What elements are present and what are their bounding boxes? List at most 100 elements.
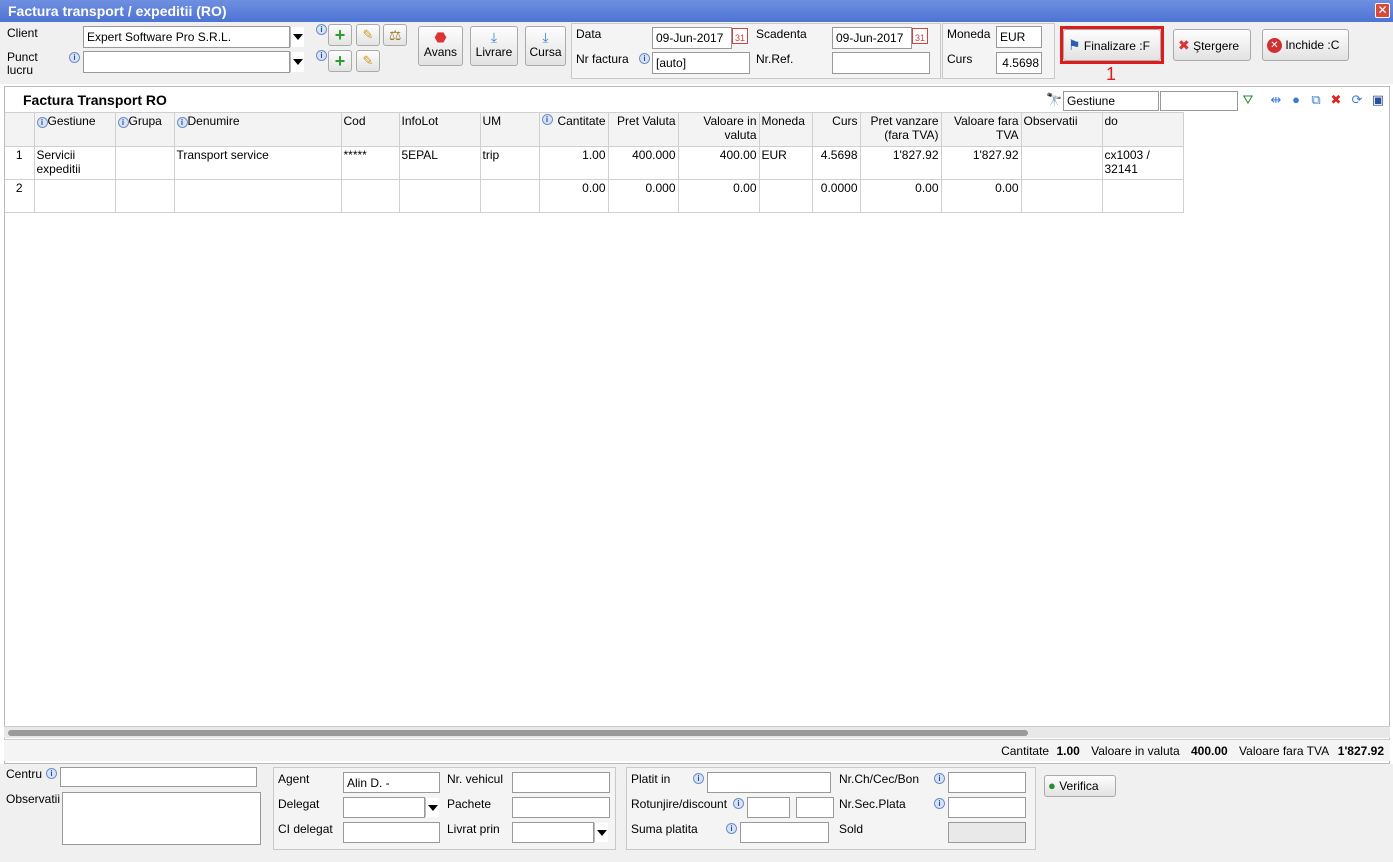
- cell-gestiune[interactable]: Servicii expeditii: [34, 146, 116, 180]
- rotunjire-input[interactable]: [747, 797, 790, 818]
- column-header-moneda[interactable]: Moneda: [759, 112, 813, 147]
- cell-do[interactable]: [1102, 179, 1184, 213]
- cell-um[interactable]: trip: [480, 146, 540, 180]
- cell-grupa[interactable]: [115, 179, 175, 213]
- cell-pret-vanzare[interactable]: 1'827.92: [860, 146, 942, 180]
- column-header-denumire[interactable]: i Denumire: [174, 112, 342, 147]
- info-icon[interactable]: i: [316, 50, 327, 61]
- cell-moneda[interactable]: EUR: [759, 146, 813, 180]
- cell-pret-valuta[interactable]: 0.000: [608, 179, 679, 213]
- calendar-icon[interactable]: 31: [912, 28, 928, 44]
- table-row[interactable]: 2 0.00 0.000 0.00 0.0000 0.00 0.00: [5, 179, 1184, 213]
- pachete-input[interactable]: [512, 797, 610, 818]
- cursa-button[interactable]: ⤓ Cursa: [525, 26, 566, 66]
- info-icon[interactable]: i: [46, 768, 57, 779]
- cell-infolot[interactable]: [399, 179, 481, 213]
- cell-denumire[interactable]: Transport service: [174, 146, 342, 180]
- cell-infolot[interactable]: 5EPAL: [399, 146, 481, 180]
- column-header-pret-valuta[interactable]: Pret Valuta: [608, 112, 679, 147]
- agent-select[interactable]: Alin D. -: [343, 772, 440, 793]
- discount-input[interactable]: [796, 797, 834, 818]
- info-icon[interactable]: i: [639, 53, 650, 64]
- centru-select[interactable]: [60, 767, 257, 787]
- cell-denumire[interactable]: [174, 179, 342, 213]
- filter-icon[interactable]: ⛛: [1239, 92, 1257, 108]
- info-icon[interactable]: i: [934, 773, 945, 784]
- client-input[interactable]: Expert Software Pro S.R.L.: [83, 26, 290, 48]
- nr-ch-input[interactable]: [948, 772, 1026, 793]
- refresh-icon[interactable]: ⟳: [1348, 92, 1366, 108]
- edit-client-button[interactable]: ✎: [356, 24, 380, 46]
- save-icon[interactable]: ▣: [1369, 92, 1387, 108]
- column-header-pret-vanzare[interactable]: Pret vanzare (fara TVA): [860, 112, 942, 147]
- column-header-valoare-valuta[interactable]: Valoare in valuta: [678, 112, 760, 147]
- cell-valoare-valuta[interactable]: 0.00: [678, 179, 760, 213]
- info-icon[interactable]: i: [316, 24, 327, 35]
- cell-pret-valuta[interactable]: 400.000: [608, 146, 679, 180]
- cell-cod[interactable]: *****: [341, 146, 400, 180]
- cell-um[interactable]: [480, 179, 540, 213]
- cell-valoare-fara-tva[interactable]: 1'827.92: [941, 146, 1022, 180]
- nr-factura-input[interactable]: [auto]: [652, 52, 750, 74]
- livrare-button[interactable]: ⤓ Livrare: [470, 26, 518, 66]
- cell-observatii[interactable]: [1021, 146, 1103, 180]
- data-input[interactable]: 09-Jun-2017: [652, 27, 732, 49]
- cell-grupa[interactable]: [115, 146, 175, 180]
- punct-lucru-input[interactable]: [83, 51, 290, 73]
- observatii-textarea[interactable]: [62, 792, 261, 845]
- nr-vehicul-input[interactable]: [512, 772, 610, 793]
- delete-row-icon[interactable]: ✖: [1327, 92, 1345, 108]
- suma-platita-input[interactable]: [740, 822, 829, 843]
- gestiune-filter-select[interactable]: Gestiune: [1063, 91, 1159, 111]
- edit-punct-lucru-button[interactable]: ✎: [356, 50, 380, 72]
- stergere-button[interactable]: ✖ Ştergere: [1173, 29, 1251, 61]
- info-icon[interactable]: i: [934, 798, 945, 809]
- column-header-valoare-fara-tva[interactable]: Valoare fara TVA: [941, 112, 1022, 147]
- livrat-prin-dropdown-arrow[interactable]: [594, 823, 608, 842]
- info-icon[interactable]: i: [693, 773, 704, 784]
- cell-curs[interactable]: 0.0000: [812, 179, 861, 213]
- curs-input[interactable]: 4.5698: [996, 52, 1042, 74]
- column-header-curs[interactable]: Curs: [812, 112, 861, 147]
- column-header-gestiune[interactable]: i Gestiune: [34, 112, 116, 147]
- client-dropdown-arrow[interactable]: [290, 27, 304, 47]
- finalizare-button[interactable]: ⚑ Finalizare :F: [1063, 29, 1161, 61]
- info-icon[interactable]: i: [733, 798, 744, 809]
- column-header-cantitate[interactable]: i Cantitate: [539, 112, 609, 147]
- cell-cantitate[interactable]: 1.00: [539, 146, 609, 180]
- group-icon[interactable]: ●: [1287, 92, 1305, 108]
- delegat-input[interactable]: [343, 797, 425, 818]
- calendar-icon[interactable]: 31: [732, 28, 748, 44]
- verifica-button[interactable]: ● Verifica: [1044, 775, 1116, 797]
- cell-cod[interactable]: [341, 179, 400, 213]
- livrat-prin-input[interactable]: [512, 822, 594, 843]
- avans-button[interactable]: ⬣ Avans: [418, 26, 463, 66]
- balance-scale-button[interactable]: ⚖: [383, 24, 407, 46]
- cell-cantitate[interactable]: 0.00: [539, 179, 609, 213]
- column-header-cod[interactable]: Cod: [341, 112, 400, 147]
- scrollbar-thumb[interactable]: [8, 730, 1028, 736]
- delegat-dropdown-arrow[interactable]: [425, 798, 439, 817]
- table-row[interactable]: 1 Servicii expeditii Transport service *…: [5, 146, 1184, 180]
- column-header-grupa[interactable]: i Grupa: [115, 112, 175, 147]
- column-header-observatii[interactable]: Observatii: [1021, 112, 1103, 147]
- info-icon[interactable]: i: [726, 823, 737, 834]
- platit-in-select[interactable]: [707, 772, 831, 793]
- ci-delegat-input[interactable]: [343, 822, 440, 843]
- cell-do[interactable]: cx1003 / 32141: [1102, 146, 1184, 180]
- scadenta-input[interactable]: 09-Jun-2017: [832, 27, 912, 49]
- cell-valoare-valuta[interactable]: 400.00: [678, 146, 760, 180]
- column-header-um[interactable]: UM: [480, 112, 540, 147]
- add-client-button[interactable]: +: [328, 24, 352, 46]
- nr-sec-plata-input[interactable]: [948, 797, 1026, 818]
- horizontal-scrollbar[interactable]: [4, 726, 1390, 738]
- grid-search-input[interactable]: [1160, 91, 1238, 111]
- binoculars-icon[interactable]: 🔭: [1046, 92, 1062, 108]
- cell-curs[interactable]: 4.5698: [812, 146, 861, 180]
- close-icon[interactable]: ✕: [1375, 3, 1390, 18]
- info-icon[interactable]: i: [69, 52, 80, 63]
- punct-lucru-dropdown-arrow[interactable]: [290, 52, 304, 72]
- cell-moneda[interactable]: [759, 179, 813, 213]
- inchide-button[interactable]: ✕ Inchide :C: [1262, 29, 1349, 61]
- moneda-select[interactable]: EUR: [996, 26, 1042, 48]
